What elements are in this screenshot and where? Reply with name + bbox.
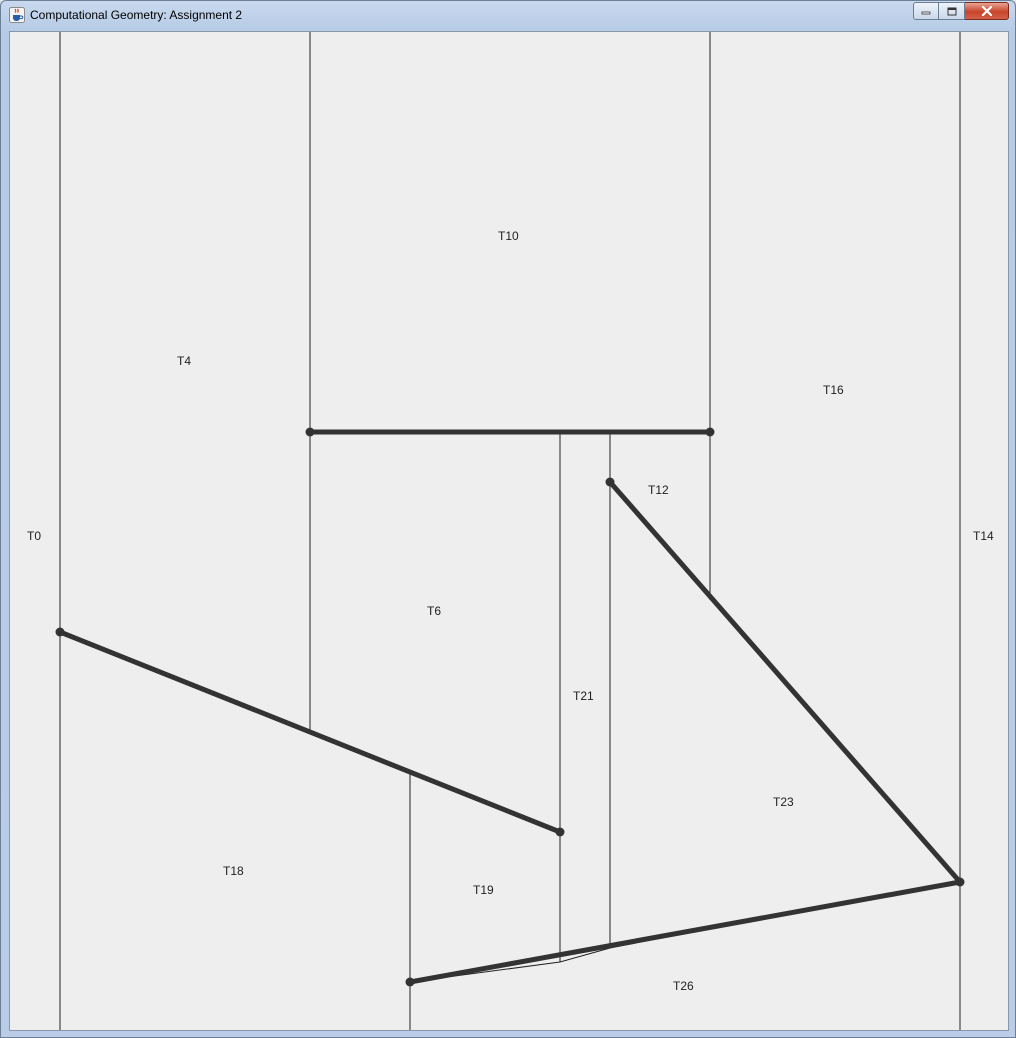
trapezoid-label: T4 (177, 354, 191, 368)
trapezoid-label: T21 (573, 689, 594, 703)
trapezoid-label: T14 (973, 529, 994, 543)
endpoint[interactable] (405, 977, 415, 987)
trapezoid-labels: T0 T4 T6 T10 T12 T14 T16 T18 T19 T21 T23… (27, 229, 994, 993)
trapezoid-label: T0 (27, 529, 41, 543)
close-icon (981, 6, 992, 16)
trapezoid-label: T23 (773, 795, 794, 809)
window-title: Computational Geometry: Assignment 2 (30, 8, 243, 22)
java-cup-icon (9, 7, 25, 23)
endpoint[interactable] (605, 477, 615, 487)
application-window: Computational Geometry: Assignment 2 T0 … (0, 0, 1016, 1038)
trapezoid-label: T6 (427, 604, 441, 618)
endpoint[interactable] (955, 877, 965, 887)
trapezoid-label: T19 (473, 883, 494, 897)
segment[interactable] (407, 879, 963, 985)
trapezoid-label: T12 (648, 483, 669, 497)
trapezoid-label: T16 (823, 383, 844, 397)
trapezoid-label: T26 (673, 979, 694, 993)
maximize-icon (947, 7, 956, 15)
segments (57, 429, 963, 985)
minimize-button[interactable] (913, 2, 939, 20)
title-bar[interactable]: Computational Geometry: Assignment 2 (1, 1, 1015, 29)
vertical-walls (59, 32, 961, 1030)
endpoints (55, 427, 965, 987)
maximize-button[interactable] (939, 2, 965, 20)
trapezoidal-map-canvas[interactable]: T0 T4 T6 T10 T12 T14 T16 T18 T19 T21 T23… (9, 31, 1009, 1031)
endpoint[interactable] (305, 427, 315, 437)
endpoint[interactable] (555, 827, 565, 837)
endpoint[interactable] (705, 427, 715, 437)
minimize-icon (921, 11, 931, 15)
segment[interactable] (607, 479, 963, 885)
window-controls (913, 2, 1009, 22)
endpoint[interactable] (55, 627, 65, 637)
trapezoidal-map: T0 T4 T6 T10 T12 T14 T16 T18 T19 T21 T23… (27, 32, 994, 1030)
trapezoid-label: T10 (498, 229, 519, 243)
trapezoid-label: T18 (223, 864, 244, 878)
close-button[interactable] (965, 2, 1009, 20)
